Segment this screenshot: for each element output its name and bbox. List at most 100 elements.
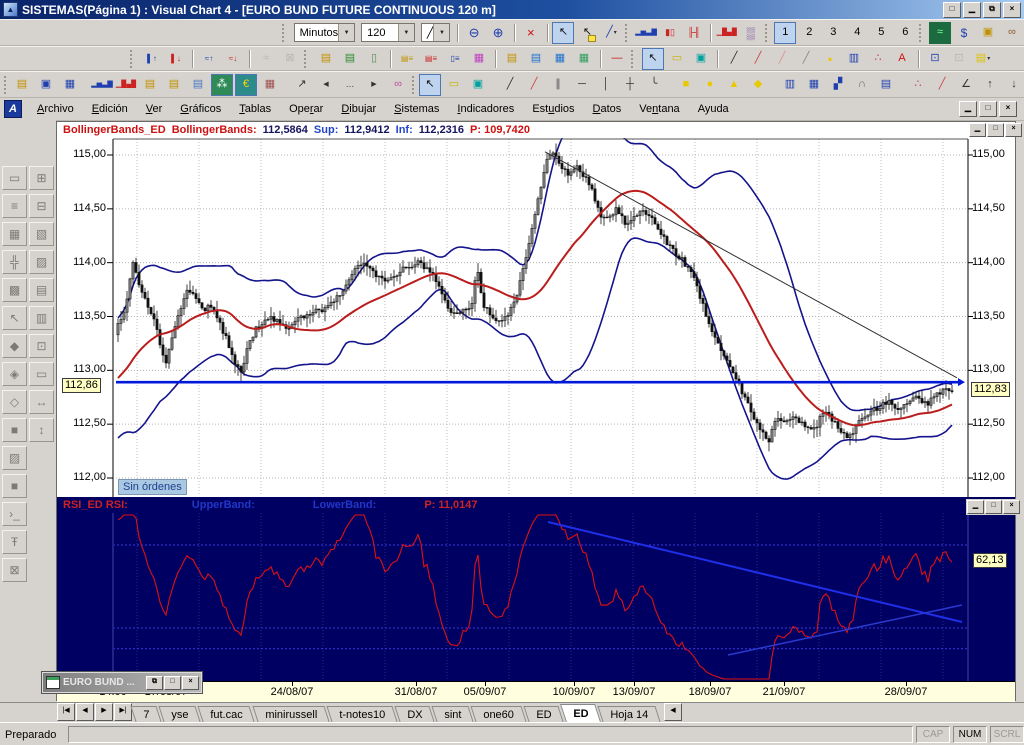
sheet-tab-fut-cac[interactable]: fut.cac [197,706,256,722]
window-layout-4-button[interactable]: 4 [846,22,868,44]
interval-combo[interactable]: 120 ▼ [361,23,415,42]
ellipse-shape-button[interactable]: ● [699,74,721,96]
new-histogram-button[interactable]: ▁█▄█ [115,74,137,96]
hline-tool-button[interactable]: ─ [571,74,593,96]
save-button[interactable]: ▣ [35,74,57,96]
key-euro-button[interactable]: € [235,73,257,96]
sheet-tab-t-notes10[interactable]: t-notes10 [326,706,398,722]
menu-dibujar[interactable]: Dibujar [332,100,385,118]
window-layout-5-button[interactable]: 5 [870,22,892,44]
window-layout-6-button[interactable]: 6 [894,22,916,44]
green-table-button[interactable]: ▦ [573,48,595,70]
sheet-tab-ed[interactable]: ED [522,706,564,722]
child-close-button[interactable]: × [999,101,1017,117]
menu-indicadores[interactable]: Indicadores [448,100,523,118]
line-tool-button[interactable]: ╱ [499,74,521,96]
diamond-shape-button[interactable]: ◆ [747,74,769,96]
symbol-list-blue-button[interactable]: ▯≡ [444,48,466,70]
tab-next-button[interactable]: ▶ [95,703,113,721]
regression-line-button[interactable]: ╱ [771,48,793,70]
notes-button[interactable]: ▤ [875,74,897,96]
frame-tool-button[interactable]: ▣ [690,48,712,70]
cols-tool[interactable]: ▥ [29,306,54,330]
pointer3-tool-button[interactable]: ↖ [419,73,441,96]
two-columns-button[interactable]: ▥ [779,74,801,96]
chart-close-button[interactable]: × [1005,123,1022,137]
tab-first-button[interactable]: |◀ [57,703,75,721]
columns-draw-button[interactable]: ▥ [843,48,865,70]
sheet-tab-hoja-14[interactable]: Hoja 14 [597,706,661,722]
vertical-up-button[interactable]: ↑ [979,74,1001,96]
flat-line-button[interactable]: — [606,48,628,70]
nodes-button[interactable]: ∞ [387,74,409,96]
ohlc-chart-button[interactable]: ╟╢ [683,22,705,44]
minimized-window[interactable]: EURO BUND ... ⧉ □ × [41,671,203,694]
rect-draw-button[interactable]: ▪ [819,48,841,70]
measure2-tool-button[interactable]: ▭ [443,74,465,96]
fill-dark-tool[interactable]: ■ [2,418,27,442]
child-restore-button[interactable]: □ [979,101,997,117]
child-minimize-button[interactable]: ▁ [959,101,977,117]
tab-prev-button[interactable]: ◀ [76,703,94,721]
thin-line-button[interactable]: ╱ [795,48,817,70]
close-button[interactable]: × [1003,1,1021,18]
fit-tool[interactable]: ▭ [29,362,54,386]
users-button[interactable]: ⁂ [211,73,233,96]
exclude-data-button[interactable]: × [520,22,542,44]
mini-close-button[interactable]: × [182,675,199,690]
menu-edicion[interactable]: Edición [83,100,137,118]
folder-f-button[interactable]: ▤ [501,48,523,70]
scatter-draw-button[interactable]: ∴ [867,48,889,70]
realtime-chart-button[interactable]: ≈ [928,21,951,44]
draw-tool-button[interactable]: ╱ ▾ [600,22,622,44]
diamond-dot-tool[interactable]: ◇ [2,390,27,414]
triangle-shape-button[interactable]: ▲ [723,74,745,96]
rect-shape-button[interactable]: ■ [675,74,697,96]
trend-line-red-button[interactable]: ╱ [747,48,769,70]
menu-tablas[interactable]: Tablas [230,100,280,118]
align-cells-tool[interactable]: ▨ [29,250,54,274]
trend-line-button[interactable]: ╱ [723,48,745,70]
basket-button[interactable]: ▣ [977,22,999,44]
rsi-chart-canvas[interactable] [57,513,1015,681]
currency-button[interactable]: $ [953,22,975,44]
menu-sistemas[interactable]: Sistemas [385,100,448,118]
symbol-list-red-button[interactable]: ▤≡ [420,48,442,70]
chart-maximize-button[interactable]: □ [987,123,1004,137]
export-button[interactable]: ↗ [291,74,313,96]
select-arrow-tool[interactable]: ↖ [2,306,27,330]
rsi-minimize-button[interactable]: ▁ [967,500,984,514]
bars-highlight-button[interactable]: ▤ ▾ [972,48,994,70]
center-tool[interactable]: ⊡ [29,334,54,358]
zoom-out-button[interactable]: ⊖ [463,22,485,44]
pointer2-tool-button[interactable]: ↖ [642,47,664,70]
mini-maximize-button[interactable]: □ [164,675,181,690]
frame2-tool-button[interactable]: ▣ [467,74,489,96]
open-page-button[interactable]: ▤ [315,48,337,70]
vertical-down-button[interactable]: ↓ [1003,74,1024,96]
scatter-points-button[interactable]: ∴ [907,74,929,96]
freehand-button[interactable]: ╱ [931,74,953,96]
diamond-tool[interactable]: ◆ [2,334,27,358]
compress-line-blue-button[interactable]: ≈↑ [198,48,220,70]
color-matrix-button[interactable]: ▦ [468,48,490,70]
price-chart-canvas[interactable] [57,137,1015,497]
brush-button[interactable]: ▞ [827,74,849,96]
table-folder-button[interactable]: ▤ [525,48,547,70]
window-layout-1-button[interactable]: 1 [774,21,797,44]
menu-datos[interactable]: Datos [584,100,631,118]
period-combo[interactable]: Minutos ▼ [293,23,356,42]
zoom-in-button[interactable]: ⊕ [487,22,509,44]
open-button[interactable]: ▤ [11,74,33,96]
angle-tool-button[interactable]: ∠ [955,74,977,96]
mini-restore-button[interactable]: ⧉ [146,675,163,690]
sheet-tab-minirussell[interactable]: minirussell [252,706,330,722]
line-style-combo[interactable]: ╱ ▼ [420,23,451,42]
folder-search-button[interactable]: ▤ [163,74,185,96]
restore-button[interactable]: ⧉ [983,1,1001,18]
line-style-combo-arrow-icon[interactable]: ▼ [433,24,450,41]
menu-ver[interactable]: Ver [137,100,172,118]
calendar-button[interactable]: ▦ [259,74,281,96]
text-draw-button[interactable]: A [891,48,913,70]
vline-tool-button[interactable]: │ [595,74,617,96]
